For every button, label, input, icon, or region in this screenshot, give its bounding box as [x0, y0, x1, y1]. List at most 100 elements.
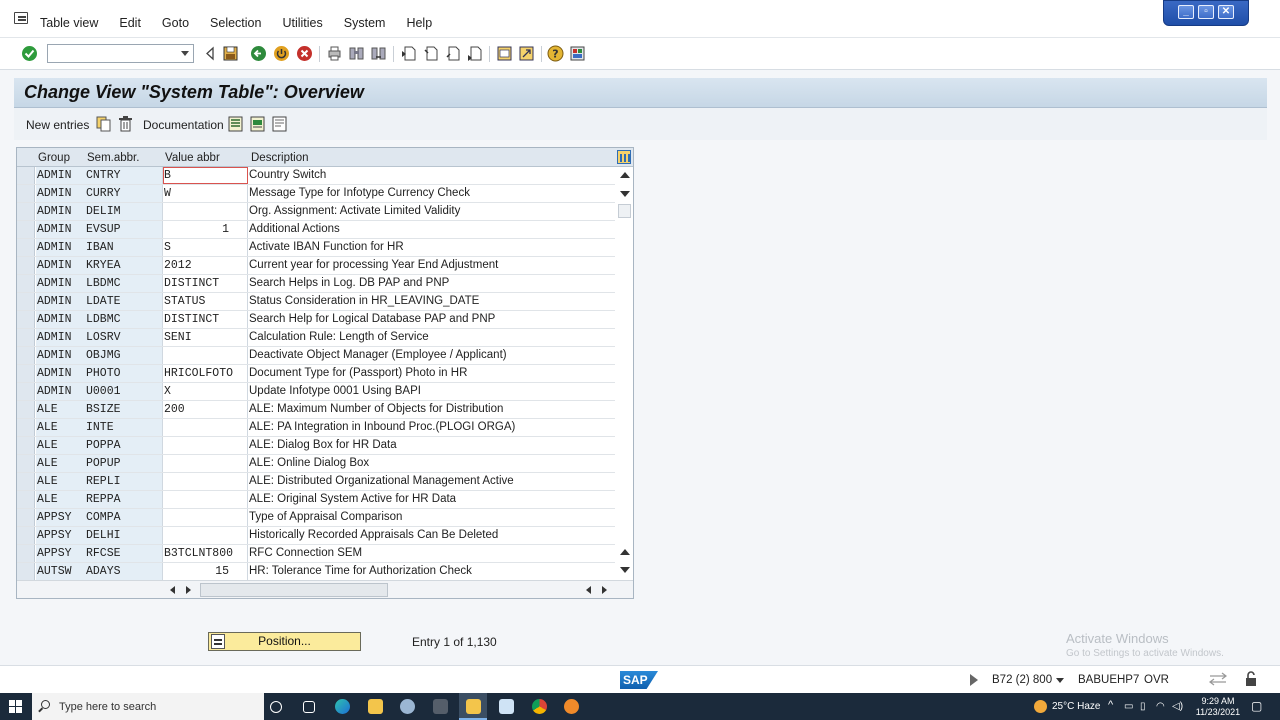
- documentation-button[interactable]: Documentation: [143, 118, 224, 132]
- select-all-icon[interactable]: [228, 116, 243, 132]
- copy-icon[interactable]: [96, 116, 111, 132]
- cell-value-abbr[interactable]: 2012: [163, 257, 248, 274]
- table-row[interactable]: ALE POPUP ALE: Online Dialog Box: [17, 455, 615, 473]
- cell-description[interactable]: ALE: Original System Active for HR Data: [248, 491, 615, 508]
- sap-logon-icon[interactable]: [400, 699, 415, 714]
- cell-value-abbr[interactable]: [163, 203, 248, 220]
- cell-description[interactable]: Historically Recorded Appraisals Can Be …: [248, 527, 615, 544]
- scroll-page-up-icon[interactable]: [620, 549, 630, 555]
- save-icon[interactable]: [222, 45, 239, 62]
- menu-selection[interactable]: Selection: [210, 16, 261, 30]
- cell-value-abbr[interactable]: [163, 491, 248, 508]
- table-row[interactable]: ADMIN LBDMC DISTINCT Search Helps in Log. D…: [17, 275, 615, 293]
- weather-text[interactable]: 25°C Haze: [1052, 701, 1100, 712]
- scroll-thumb[interactable]: [618, 204, 631, 218]
- cell-value-abbr[interactable]: [163, 419, 248, 436]
- cell-value-abbr[interactable]: W: [163, 185, 248, 202]
- cell-description[interactable]: ALE: PA Integration in Inbound Proc.(PLO…: [248, 419, 615, 436]
- taskbar-search[interactable]: Type here to search: [32, 693, 264, 720]
- row-selector[interactable]: [17, 383, 35, 400]
- table-row[interactable]: ALE INTE ALE: PA Integration in Inbound Pr…: [17, 419, 615, 437]
- shortcut-icon[interactable]: [518, 45, 535, 62]
- row-selector[interactable]: [17, 257, 35, 274]
- menu-table-view[interactable]: Table view: [40, 16, 98, 30]
- enter-icon[interactable]: [21, 45, 38, 62]
- cell-description[interactable]: Message Type for Infotype Currency Check: [248, 185, 615, 202]
- cell-value-abbr[interactable]: [163, 509, 248, 526]
- status-expand-icon[interactable]: [970, 674, 978, 686]
- select-block-icon[interactable]: [250, 116, 265, 132]
- file-explorer-icon[interactable]: [368, 699, 383, 714]
- cell-value-abbr[interactable]: X: [163, 383, 248, 400]
- back-green-icon[interactable]: [250, 45, 267, 62]
- print-icon[interactable]: [326, 45, 343, 62]
- cell-description[interactable]: Calculation Rule: Length of Service: [248, 329, 615, 346]
- cell-description[interactable]: ALE: Distributed Organizational Manageme…: [248, 473, 615, 490]
- row-selector[interactable]: [17, 365, 35, 382]
- horizontal-scrollbar[interactable]: [17, 580, 633, 598]
- row-selector[interactable]: [17, 293, 35, 310]
- cell-value-abbr[interactable]: DISTINCT: [163, 275, 248, 292]
- position-button[interactable]: Position...: [208, 632, 361, 651]
- table-row[interactable]: ADMIN CURRY W Message Type for Infotype Cur…: [17, 185, 615, 203]
- cell-value-abbr[interactable]: 200: [163, 401, 248, 418]
- scroll-up-icon[interactable]: [620, 172, 630, 178]
- scroll-left-icon[interactable]: [586, 586, 591, 594]
- help-icon[interactable]: ?: [547, 45, 564, 62]
- cell-description[interactable]: Org. Assignment: Activate Limited Validi…: [248, 203, 615, 220]
- cell-value-abbr[interactable]: STATUS: [163, 293, 248, 310]
- cell-description[interactable]: Search Help for Logical Database PAP and…: [248, 311, 615, 328]
- menu-help[interactable]: Help: [406, 16, 432, 30]
- column-header-sem-abbr[interactable]: Sem.abbr.: [87, 152, 139, 164]
- notepad-icon[interactable]: [499, 699, 514, 714]
- cell-value-abbr[interactable]: B3TCLNT800: [163, 545, 248, 562]
- menu-edit[interactable]: Edit: [119, 16, 141, 30]
- scroll-page-down-icon[interactable]: [620, 567, 630, 573]
- cell-value-abbr[interactable]: [163, 455, 248, 472]
- cell-value-abbr[interactable]: [163, 473, 248, 490]
- new-entries-button[interactable]: New entries: [26, 118, 89, 132]
- taskbar-clock[interactable]: 9:29 AM 11/23/2021: [1195, 696, 1241, 718]
- chrome-icon[interactable]: [532, 699, 547, 714]
- calculator-icon[interactable]: [433, 699, 448, 714]
- scroll-left-icon[interactable]: [170, 586, 175, 594]
- cell-value-abbr[interactable]: [163, 437, 248, 454]
- cell-description[interactable]: HR: Tolerance Time for Authorization Che…: [248, 563, 615, 580]
- back-icon[interactable]: [202, 45, 219, 62]
- table-row[interactable]: ADMIN PHOTO HRICOLFOTO Document Type for (P…: [17, 365, 615, 383]
- table-row[interactable]: APPSY COMPA Type of Appraisal Comparison: [17, 509, 615, 527]
- cortana-icon[interactable]: [270, 701, 282, 713]
- table-row[interactable]: ADMIN LDATE STATUS Status Consideration in …: [17, 293, 615, 311]
- cell-value-abbr[interactable]: 1: [163, 221, 248, 238]
- table-row[interactable]: ADMIN IBAN S Activate IBAN Function for HR: [17, 239, 615, 257]
- row-selector[interactable]: [17, 509, 35, 526]
- row-selector[interactable]: [17, 437, 35, 454]
- table-row[interactable]: ADMIN LDBMC DISTINCT Search Help for Logica…: [17, 311, 615, 329]
- cell-description[interactable]: Country Switch: [248, 167, 615, 184]
- scroll-down-icon[interactable]: [620, 191, 630, 197]
- app-icon[interactable]: [564, 699, 579, 714]
- create-session-icon[interactable]: [496, 45, 513, 62]
- lock-icon[interactable]: [1243, 671, 1259, 687]
- table-row[interactable]: ADMIN U0001 X Update Infotype 0001 Using BA…: [17, 383, 615, 401]
- weather-icon[interactable]: [1034, 700, 1047, 713]
- cell-description[interactable]: ALE: Maximum Number of Objects for Distr…: [248, 401, 615, 418]
- menu-system[interactable]: System: [344, 16, 386, 30]
- table-row[interactable]: ADMIN OBJMG Deactivate Object Manager (Emp…: [17, 347, 615, 365]
- horizontal-scroll-thumb[interactable]: [200, 583, 388, 597]
- table-row[interactable]: ALE POPPA ALE: Dialog Box for HR Data: [17, 437, 615, 455]
- next-page-icon[interactable]: [444, 45, 461, 62]
- restore-icon[interactable]: ▫: [1198, 5, 1214, 19]
- previous-page-icon[interactable]: [422, 45, 439, 62]
- table-row[interactable]: AUTSW ADAYS 15 HR: Tolerance Time for Autho…: [17, 563, 615, 581]
- command-field[interactable]: [47, 44, 194, 63]
- cell-description[interactable]: Status Consideration in HR_LEAVING_DATE: [248, 293, 615, 310]
- row-selector[interactable]: [17, 329, 35, 346]
- row-selector[interactable]: [17, 167, 35, 184]
- chevron-up-icon[interactable]: ^: [1108, 699, 1113, 711]
- row-selector[interactable]: [17, 275, 35, 292]
- find-next-icon[interactable]: [370, 45, 387, 62]
- row-selector[interactable]: [17, 527, 35, 544]
- row-selector[interactable]: [17, 419, 35, 436]
- table-row[interactable]: ALE REPPA ALE: Original System Active for …: [17, 491, 615, 509]
